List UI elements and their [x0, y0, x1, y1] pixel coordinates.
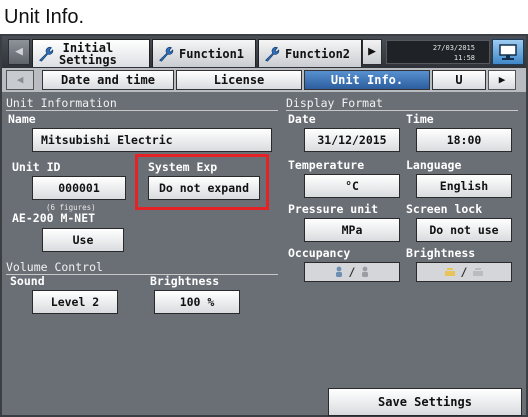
subtab-unit-info[interactable]: Unit Info. [304, 70, 430, 90]
save-settings-button[interactable]: Save Settings [328, 388, 522, 416]
wrench-icon [265, 46, 280, 62]
person-icon [335, 266, 342, 277]
temperature-button[interactable]: °C [304, 174, 400, 198]
unit-id-field[interactable]: 000001 [32, 176, 126, 200]
time-label: Time [406, 112, 434, 126]
pressure-unit-label: Pressure unit [288, 202, 379, 216]
volume-brightness-button[interactable]: 100 % [154, 290, 240, 314]
page-title: Unit Info. [4, 6, 85, 28]
subtab-license[interactable]: License [176, 70, 302, 90]
monitor-button[interactable] [492, 39, 524, 65]
brightness-high-icon [444, 268, 455, 276]
screen-lock-label: Screen lock [406, 202, 483, 216]
sub-tab-bar: ◀ Date and time License Unit Info. U ▶ [2, 68, 526, 92]
tab-function1-label: Function1 [179, 46, 245, 61]
volume-brightness-label: Brightness [150, 274, 220, 288]
tab-initial-label-1: Initial [62, 40, 114, 55]
section-display-format: Display Format [286, 96, 518, 111]
language-label: Language [406, 158, 462, 172]
sound-button[interactable]: Level 2 [32, 290, 118, 314]
tab-function2[interactable]: Function2 [258, 39, 362, 67]
mnet-button[interactable]: Use [42, 228, 124, 252]
clock-display: 27/03/2015 11:58 [386, 40, 490, 64]
subtab-date-and-time[interactable]: Date and time [42, 70, 174, 90]
brightness-low-icon [473, 268, 484, 276]
tab-initial-settings[interactable]: Initial Settings [32, 39, 150, 67]
display-brightness-label: Brightness [406, 246, 476, 260]
person-icon [362, 266, 369, 277]
arrow-left-icon[interactable]: ◀ [6, 70, 34, 90]
section-volume-control: Volume Control [6, 260, 278, 275]
highlight-box [135, 154, 269, 210]
clock-time: 11:58 [453, 54, 475, 62]
date-format-button[interactable]: 31/12/2015 [304, 128, 400, 152]
controller-screen: ◀ Initial Settings Function1 Function2 ▶ [0, 34, 528, 417]
wrench-icon [159, 46, 174, 62]
content-area: Unit Information Name Mitsubishi Electri… [6, 96, 522, 416]
time-format-button[interactable]: 18:00 [416, 128, 512, 152]
temperature-label: Temperature [288, 158, 365, 172]
arrow-right-icon[interactable]: ▶ [362, 39, 382, 65]
monitor-icon [499, 44, 517, 60]
occupancy-label: Occupancy [288, 246, 351, 260]
mnet-label: AE-200 M-NET [12, 211, 96, 225]
unit-id-label: Unit ID [12, 160, 61, 174]
wrench-icon [39, 46, 54, 62]
arrow-left-icon[interactable]: ◀ [8, 39, 30, 65]
date-label: Date [288, 112, 316, 126]
clock-date: 27/03/2015 [432, 44, 475, 52]
display-brightness-button[interactable]: / [416, 262, 512, 282]
pressure-unit-button[interactable]: MPa [304, 218, 400, 242]
occupancy-separator: / [348, 265, 356, 279]
arrow-right-icon[interactable]: ▶ [488, 70, 516, 90]
brightness-separator: / [460, 265, 468, 279]
name-label: Name [8, 112, 36, 126]
section-unit-information: Unit Information [6, 96, 278, 111]
name-field[interactable]: Mitsubishi Electric [32, 128, 272, 152]
tab-function1[interactable]: Function1 [152, 39, 256, 67]
top-tab-bar: ◀ Initial Settings Function1 Function2 ▶ [2, 36, 526, 68]
language-button[interactable]: English [416, 174, 512, 198]
tab-function2-label: Function2 [285, 46, 351, 61]
tab-initial-label-2: Settings [59, 52, 117, 67]
occupancy-button[interactable]: / [304, 262, 400, 282]
screen-lock-button[interactable]: Do not use [416, 218, 512, 242]
sound-label: Sound [10, 274, 45, 288]
subtab-more[interactable]: U [432, 70, 486, 90]
